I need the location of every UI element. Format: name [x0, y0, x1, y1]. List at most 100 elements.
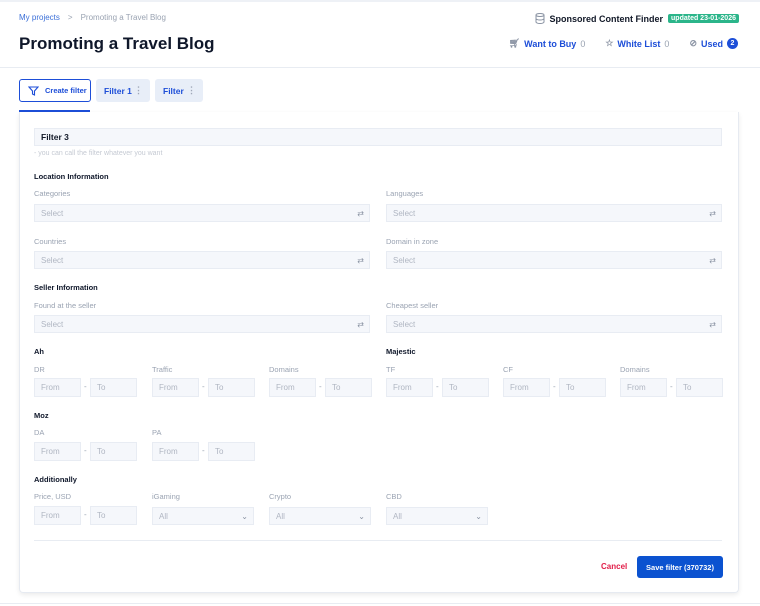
range-label: PA [152, 428, 162, 437]
crypto-label: Crypto [269, 492, 292, 501]
select-placeholder: Select [393, 208, 416, 218]
range-to-input[interactable]: To [90, 442, 137, 461]
more-icon[interactable]: ⋮ [134, 85, 143, 96]
range-from-input[interactable]: From [620, 378, 667, 397]
range-dash: - [319, 382, 322, 391]
section-ah: Ah [34, 347, 44, 356]
tab-filter-1[interactable]: Filter 1 ⋮ [96, 79, 150, 102]
select-placeholder: Select [393, 319, 416, 329]
range-to-input[interactable]: To [90, 378, 137, 397]
range-to-input[interactable]: To [90, 506, 137, 525]
cancel-button[interactable]: Cancel [601, 562, 627, 571]
range-dash: - [670, 382, 673, 391]
bottom-border [0, 603, 760, 604]
range-dash: - [84, 510, 87, 519]
tab-filter[interactable]: Filter ⋮ [155, 79, 203, 102]
range-to-input[interactable]: To [676, 378, 723, 397]
form-divider [34, 540, 722, 541]
used-label: Used [700, 38, 723, 49]
filter-name-hint: - you can call the filter whatever you w… [34, 150, 163, 157]
want-to-buy-label: Want to Buy [524, 38, 577, 49]
range-from-input[interactable]: From [34, 442, 81, 461]
languages-select[interactable]: Select ⇄ [386, 204, 722, 222]
crypto-select[interactable]: All ⌄ [269, 507, 371, 525]
igaming-select[interactable]: All ⌄ [152, 507, 254, 525]
want-to-buy-link[interactable]: 🛒︎ Want to Buy 0 [509, 38, 586, 49]
range-label: Traffic [152, 365, 173, 374]
range-dash: - [84, 382, 87, 391]
domain-zone-select[interactable]: Select ⇄ [386, 251, 722, 269]
chevron-down-icon: ⌄ [475, 511, 482, 521]
range-from-input[interactable]: From [152, 442, 199, 461]
range-label: DR [34, 365, 45, 374]
range-dash: - [553, 382, 556, 391]
countries-label: Countries [34, 237, 67, 246]
list-links: 🛒︎ Want to Buy 0 ☆ White List 0 ⊘ Used 2 [509, 38, 738, 49]
want-to-buy-count: 0 [580, 38, 586, 49]
range-dash: - [436, 382, 439, 391]
range-from-input[interactable]: From [34, 506, 81, 525]
range-from-input[interactable]: From [503, 378, 550, 397]
range-to-input[interactable]: To [442, 378, 489, 397]
select-value: All [159, 511, 168, 521]
section-location: Location Information [34, 172, 109, 181]
categories-select[interactable]: Select ⇄ [34, 204, 370, 222]
database-icon [535, 13, 545, 24]
range-dash: - [202, 446, 205, 455]
cheapest-seller-select[interactable]: Select ⇄ [386, 315, 722, 333]
swap-icon: ⇄ [709, 255, 716, 265]
found-seller-select[interactable]: Select ⇄ [34, 315, 370, 333]
swap-icon: ⇄ [357, 255, 364, 265]
found-seller-label: Found at the seller [34, 301, 97, 310]
eye-off-icon: ⊘ [689, 38, 697, 48]
create-filter-label: Create filter [45, 86, 87, 95]
used-link[interactable]: ⊘ Used 2 [689, 38, 738, 49]
breadcrumb: My projects > Promoting a Travel Blog [19, 13, 166, 22]
select-placeholder: Select [393, 255, 416, 265]
cart-icon: 🛒︎ [508, 38, 521, 48]
white-list-label: White List [617, 38, 661, 49]
finder-name: Sponsored Content Finder [549, 13, 664, 24]
countries-select[interactable]: Select ⇄ [34, 251, 370, 269]
breadcrumb-my-projects[interactable]: My projects [19, 13, 60, 22]
range-to-input[interactable]: To [559, 378, 606, 397]
range-label: TF [386, 365, 396, 374]
select-placeholder: Select [41, 319, 64, 329]
swap-icon: ⇄ [357, 319, 364, 329]
range-dash: - [202, 382, 205, 391]
select-placeholder: Select [41, 255, 64, 265]
page-title: Promoting a Travel Blog [19, 34, 215, 53]
tab-label: Filter 1 [104, 85, 132, 96]
create-filter-tab[interactable]: Create filter [19, 79, 91, 102]
tab-label: Filter [163, 85, 184, 96]
range-label: Domains [620, 365, 650, 374]
range-to-input[interactable]: To [208, 442, 255, 461]
breadcrumb-separator: > [67, 13, 73, 22]
filter-name-input[interactable]: Filter 3 [34, 128, 722, 146]
chevron-down-icon: ⌄ [358, 511, 365, 521]
range-label: CF [503, 365, 513, 374]
range-from-input[interactable]: From [34, 378, 81, 397]
filter-icon [28, 85, 39, 96]
white-list-link[interactable]: ☆ White List 0 [605, 38, 669, 49]
swap-icon: ⇄ [709, 319, 716, 329]
section-moz: Moz [34, 411, 49, 420]
range-to-input[interactable]: To [208, 378, 255, 397]
range-label: DA [34, 428, 45, 437]
cbd-select[interactable]: All ⌄ [386, 507, 488, 525]
swap-icon: ⇄ [357, 208, 364, 218]
select-placeholder: Select [41, 208, 64, 218]
range-from-input[interactable]: From [152, 378, 199, 397]
section-additionally: Additionally [34, 475, 77, 484]
select-value: All [393, 511, 402, 521]
select-value: All [276, 511, 285, 521]
range-to-input[interactable]: To [325, 378, 372, 397]
more-icon[interactable]: ⋮ [187, 85, 196, 96]
range-from-input[interactable]: From [386, 378, 433, 397]
range-from-input[interactable]: From [269, 378, 316, 397]
igaming-label: iGaming [152, 492, 180, 501]
save-filter-button[interactable]: Save filter (370732) [637, 556, 723, 578]
cbd-label: CBD [386, 492, 402, 501]
swap-icon: ⇄ [709, 208, 716, 218]
domain-zone-label: Domain in zone [386, 237, 439, 246]
